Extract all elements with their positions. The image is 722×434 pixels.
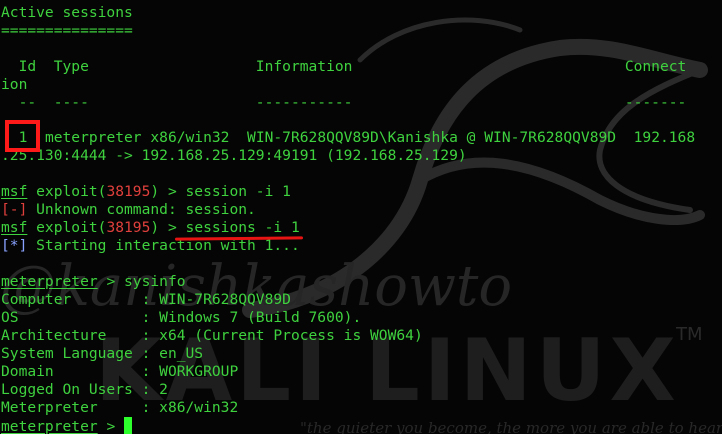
- command-text: ) > session -i 1: [150, 183, 291, 200]
- sysinfo-row: Architecture : x64 (Current Process is W…: [1, 327, 423, 344]
- sysinfo-value: WORKGROUP: [159, 363, 239, 380]
- sessions-table-header-wrap: ion: [1, 76, 28, 93]
- meterpreter-input-line[interactable]: meterpreter >: [1, 417, 133, 434]
- error-line: [-] Unknown command: session.: [1, 201, 256, 219]
- module-name: 38195: [106, 183, 151, 200]
- text-cursor: [124, 417, 133, 434]
- kali-tagline: "the quieter you become, the more you ar…: [300, 419, 722, 434]
- sysinfo-row: Logged On Users : 2: [1, 381, 168, 398]
- sessions-title: Active sessions: [1, 4, 133, 21]
- sessions-table-divider: -- ---- ----------- -------: [1, 94, 687, 111]
- msf-command-line: msf exploit(38195) > session -i 1: [1, 183, 291, 200]
- session-details: meterpreter x86/win32 WIN-7R628QQV89D\Ka…: [27, 129, 696, 146]
- command-text: > sysinfo: [97, 273, 186, 290]
- sessions-table-header: Id Type Information Connect: [1, 58, 687, 75]
- sysinfo-key: Domain: [1, 363, 133, 380]
- sysinfo-value: WIN-7R628QQV89D: [159, 291, 291, 308]
- sysinfo-key: Logged On Users: [1, 381, 133, 398]
- session-row-wrap: .25.130:4444 -> 192.168.25.129:49191 (19…: [1, 147, 467, 164]
- sysinfo-row: OS : Windows 7 (Build 7600).: [1, 309, 362, 326]
- msf-prompt: msf: [1, 219, 28, 236]
- meterpreter-prompt: meterpreter: [1, 273, 98, 290]
- error-message: Unknown command: session.: [27, 201, 256, 218]
- sysinfo-key: System Language: [1, 345, 133, 362]
- sysinfo-row: Computer : WIN-7R628QQV89D: [1, 291, 291, 308]
- terminal-window[interactable]: @kanishkashowto KALI LINUX TM "the quiet…: [0, 0, 722, 434]
- module-name: 38195: [106, 219, 151, 236]
- sysinfo-key: Architecture: [1, 327, 133, 344]
- msf-prompt: msf: [1, 183, 28, 200]
- error-status: [-]: [1, 201, 28, 218]
- sysinfo-value: x86/win32: [159, 399, 239, 416]
- dragon-body: [242, 38, 708, 318]
- session-row[interactable]: 1 meterpreter x86/win32 WIN-7R628QQV89D\…: [1, 129, 696, 147]
- sysinfo-row: System Language : en_US: [1, 345, 204, 362]
- trademark-mark: TM: [675, 324, 703, 345]
- sysinfo-key: Meterpreter: [1, 399, 133, 416]
- sysinfo-value: x64 (Current Process is WOW64): [159, 327, 423, 344]
- msf-command-line: msf exploit(38195) > sessions -i 1: [1, 219, 300, 236]
- meterpreter-command-line: meterpreter > sysinfo: [1, 273, 186, 291]
- dragon-neck: [415, 157, 705, 225]
- sysinfo-value: 2: [159, 381, 168, 398]
- meterpreter-prompt: meterpreter: [1, 418, 98, 434]
- session-id-highlight-box: [5, 120, 40, 152]
- sysinfo-row: Domain : WORKGROUP: [1, 363, 239, 380]
- dragon-wing: [357, 17, 523, 63]
- sysinfo-key: OS: [1, 309, 133, 326]
- info-status: [*]: [1, 237, 28, 254]
- sysinfo-row: Meterpreter : x86/win32: [1, 399, 239, 416]
- sysinfo-key: Computer: [1, 291, 133, 308]
- sessions-title-rule: ===============: [1, 22, 133, 39]
- sysinfo-value: Windows 7 (Build 7600).: [159, 309, 362, 326]
- command-text: sessions -i 1: [185, 219, 300, 236]
- sysinfo-value: en_US: [159, 345, 204, 362]
